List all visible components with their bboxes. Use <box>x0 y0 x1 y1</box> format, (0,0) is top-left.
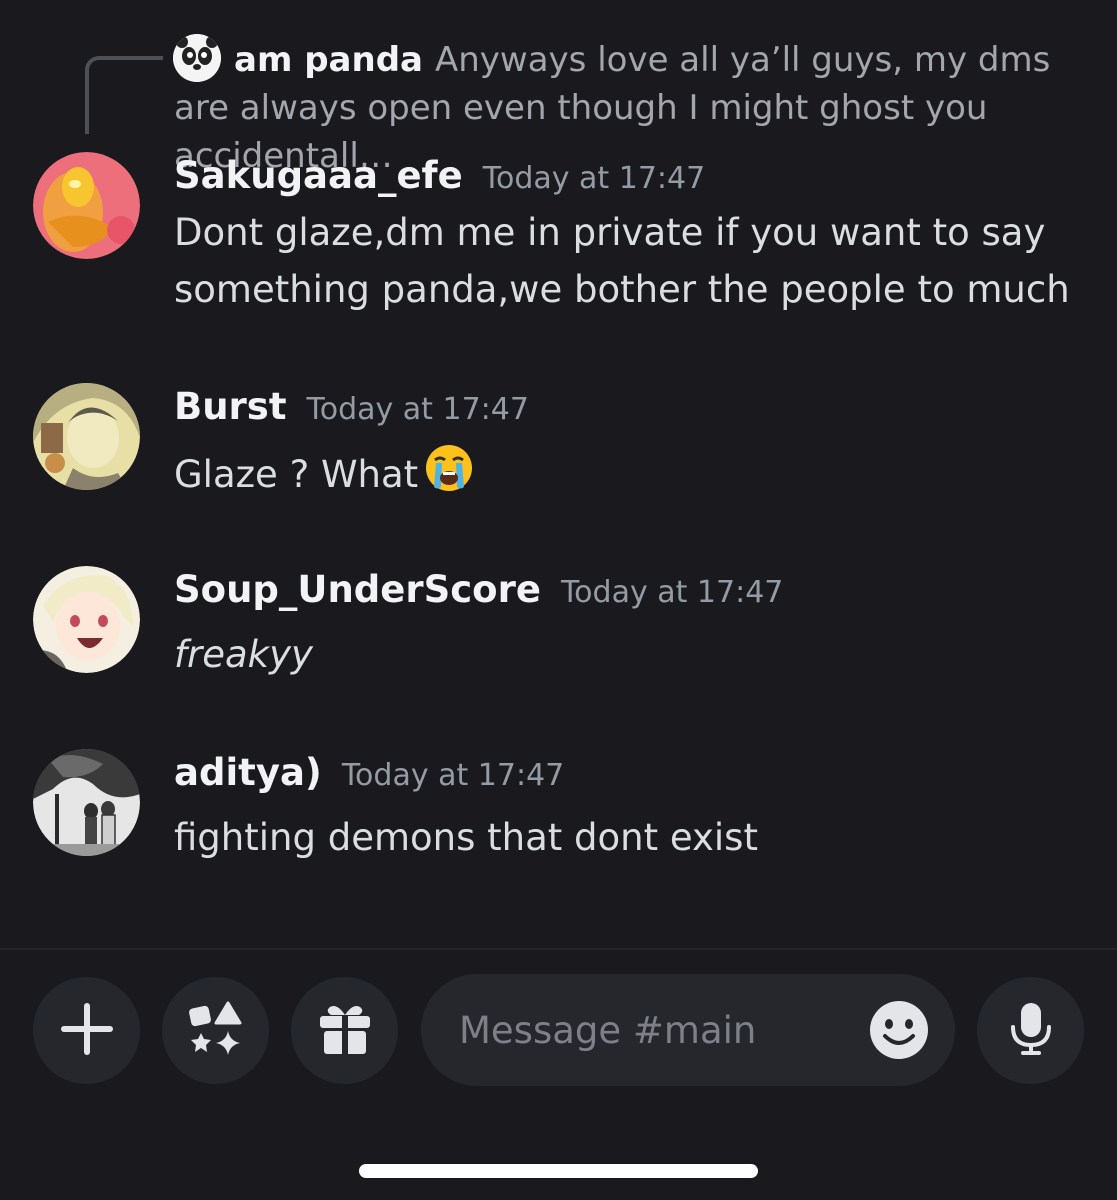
loudly-crying-face-icon <box>424 443 474 509</box>
voice-message-button[interactable] <box>977 977 1084 1084</box>
timestamp: Today at 17:47 <box>560 575 784 610</box>
avatar[interactable] <box>33 749 140 856</box>
reply-connector-line <box>85 56 163 134</box>
emoji-icon <box>869 1001 929 1064</box>
message-content: fighting demons that dont exist <box>174 816 758 859</box>
username[interactable]: Soup_UnderScore <box>174 568 541 611</box>
message-header: Soup_UnderScore Today at 17:47 <box>174 568 783 611</box>
avatar[interactable] <box>33 383 140 490</box>
timestamp: Today at 17:47 <box>482 161 706 196</box>
timestamp: Today at 17:47 <box>341 758 565 793</box>
composer-divider <box>0 948 1117 950</box>
message-input[interactable] <box>459 1002 849 1058</box>
message-content: Glaze ? What <box>174 443 1074 509</box>
chat-screen: am panda Anyways love all ya’ll guys, my … <box>0 0 1117 1200</box>
avatar[interactable] <box>33 566 140 673</box>
emoji-button[interactable] <box>869 1000 929 1060</box>
reply-reference[interactable]: am panda Anyways love all ya’ll guys, my … <box>85 34 1085 176</box>
gift-icon <box>317 1001 373 1061</box>
avatar[interactable] <box>33 152 140 259</box>
message-header: Burst Today at 17:47 <box>174 385 529 428</box>
home-indicator[interactable] <box>359 1164 758 1178</box>
apps-icon <box>188 1001 244 1061</box>
message-content: freakyy <box>174 633 313 676</box>
message-header: Sakugaaa_efe Today at 17:47 <box>174 154 705 197</box>
message-content: Dont glaze,dm me in private if you want … <box>174 211 1070 311</box>
add-attachment-button[interactable] <box>33 977 140 1084</box>
microphone-icon <box>1003 1001 1059 1061</box>
message-header: aditya) Today at 17:47 <box>174 751 564 794</box>
username[interactable]: aditya) <box>174 751 322 794</box>
message-text: Glaze ? What <box>174 453 419 496</box>
plus-icon <box>59 1001 115 1061</box>
apps-button[interactable] <box>162 977 269 1084</box>
message-input-container[interactable] <box>421 974 955 1086</box>
username[interactable]: Burst <box>174 385 287 428</box>
gift-button[interactable] <box>291 977 398 1084</box>
reply-author[interactable]: am panda <box>234 40 423 80</box>
username[interactable]: Sakugaaa_efe <box>174 154 463 197</box>
timestamp: Today at 17:47 <box>306 392 529 427</box>
